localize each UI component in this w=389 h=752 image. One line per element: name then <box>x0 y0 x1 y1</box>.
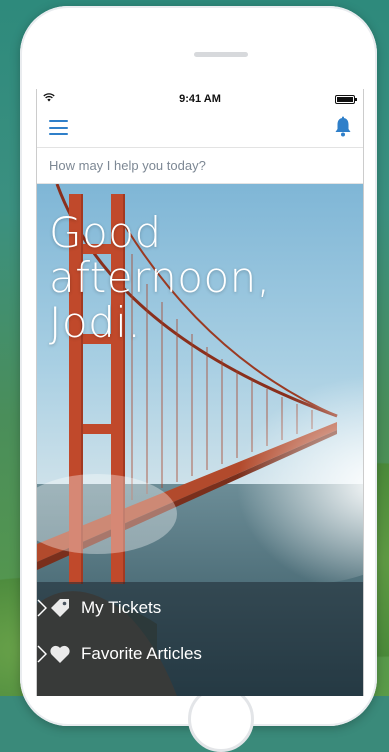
menu-icon[interactable] <box>49 120 68 135</box>
nav-bar <box>37 109 363 147</box>
chevron-right-icon <box>37 645 47 663</box>
phone-speaker <box>194 52 248 57</box>
search-bar[interactable] <box>37 147 363 184</box>
greeting-text: Good afternoon, Jodi. <box>49 208 271 347</box>
battery-icon <box>335 95 357 104</box>
chevron-right-icon <box>37 599 47 617</box>
my-tickets-button[interactable]: My Tickets <box>37 585 363 630</box>
hero-section: Good afternoon, Jodi. My Tickets Favorit… <box>37 184 363 696</box>
my-tickets-label: My Tickets <box>81 598 162 617</box>
favorite-articles-label: Favorite Articles <box>81 644 202 663</box>
status-time: 9:41 AM <box>179 93 221 105</box>
quick-actions: My Tickets Favorite Articles <box>37 582 363 696</box>
search-input[interactable] <box>37 148 363 183</box>
heart-icon <box>50 645 70 663</box>
app-screen: 9:41 AM How may I help you today? Good a… <box>36 89 364 696</box>
bell-icon[interactable] <box>333 116 353 138</box>
status-bar: 9:41 AM <box>37 89 363 109</box>
tag-icon <box>51 599 69 617</box>
favorite-articles-button[interactable]: Favorite Articles <box>37 631 363 676</box>
